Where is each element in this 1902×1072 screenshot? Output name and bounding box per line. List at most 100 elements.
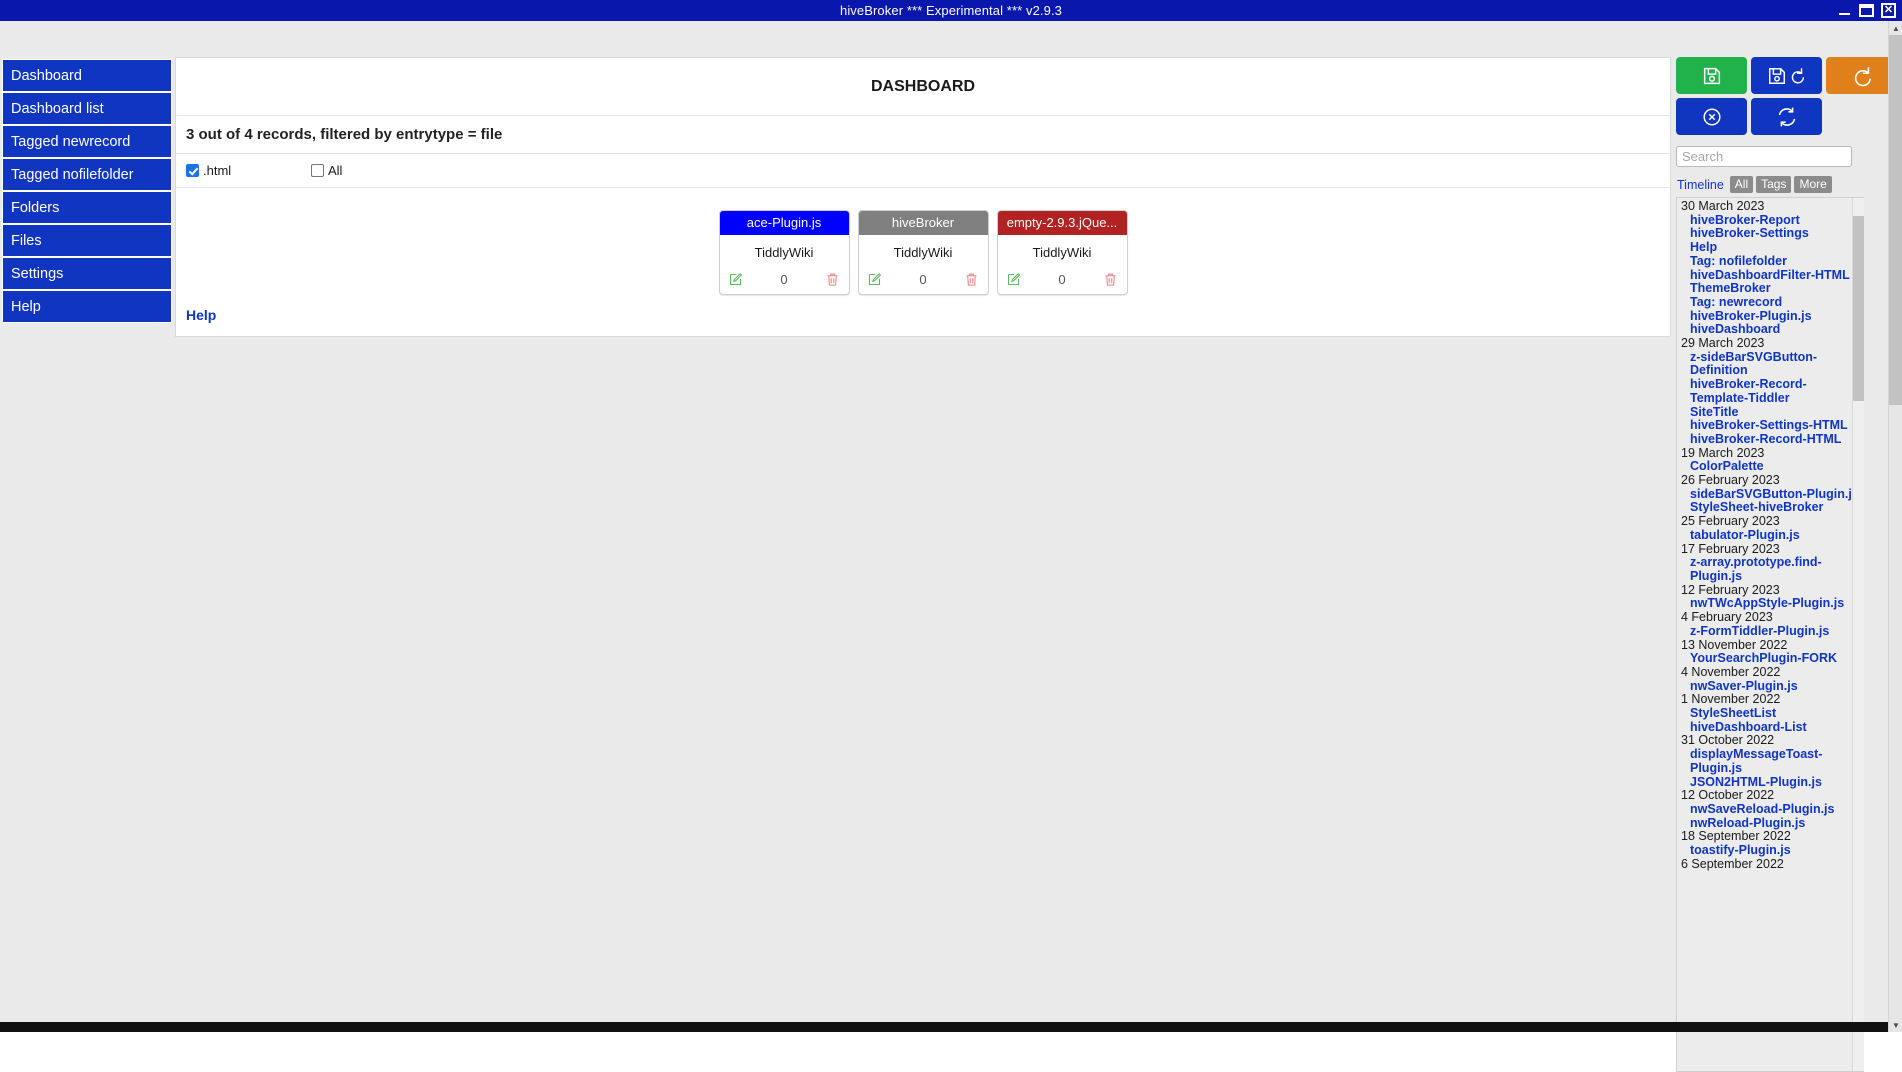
scroll-up-arrow[interactable]: ▲ bbox=[1889, 21, 1902, 35]
timeline-entry[interactable]: hiveDashboard-List bbox=[1679, 720, 1864, 735]
maximize-button[interactable] bbox=[1859, 4, 1874, 17]
timeline-date: 13 November 2022 bbox=[1681, 637, 1788, 652]
sidebar-item-tagged-newrecord[interactable]: Tagged newrecord bbox=[2, 125, 172, 158]
timeline-entry[interactable]: nwSaver-Plugin.js bbox=[1679, 679, 1864, 694]
timeline-entry[interactable]: hiveBroker-Record-Template-Tiddler bbox=[1679, 377, 1864, 405]
help-row: Help bbox=[176, 295, 1670, 337]
timeline-entry[interactable]: nwReload-Plugin.js bbox=[1679, 816, 1864, 831]
timeline-entry[interactable]: z-sideBarSVGButton-Definition bbox=[1679, 350, 1864, 378]
sidebar-item-files[interactable]: Files bbox=[2, 224, 172, 257]
timeline-date: 1 November 2022 bbox=[1681, 692, 1781, 707]
sidebar-item-help[interactable]: Help bbox=[2, 290, 172, 323]
help-link[interactable]: Help bbox=[186, 307, 216, 323]
timeline-entry[interactable]: StyleSheet-hiveBroker bbox=[1679, 501, 1864, 515]
record-card[interactable]: ace-Plugin.js TiddlyWiki 0 bbox=[718, 210, 850, 295]
card-count: 0 bbox=[919, 272, 927, 287]
refresh-button[interactable] bbox=[1751, 98, 1822, 135]
sidebar-item-tagged-nofilefolder[interactable]: Tagged nofilefolder bbox=[2, 158, 172, 191]
right-panel: Timeline All Tags More 30 March 2023hive… bbox=[1676, 57, 1898, 1072]
page-scrollbar-thumb[interactable] bbox=[1889, 35, 1902, 405]
timeline-entry[interactable]: Help bbox=[1679, 240, 1864, 255]
sidebar-item-dashboard-list[interactable]: Dashboard list bbox=[2, 92, 172, 125]
timeline-entry[interactable]: JSON2HTML-Plugin.js bbox=[1679, 775, 1864, 790]
timeline-date: 19 March 2023 bbox=[1681, 445, 1765, 460]
timeline-entry[interactable]: z-array.prototype.find-Plugin.js bbox=[1679, 555, 1864, 583]
filter-label-1: All bbox=[328, 163, 343, 178]
record-card[interactable]: empty-2.9.3.jQue... TiddlyWiki 0 bbox=[996, 210, 1128, 295]
filter-group-0: .html bbox=[186, 163, 311, 178]
card-subtitle: TiddlyWiki bbox=[893, 245, 953, 260]
floppy-disk-reload-icon bbox=[1768, 67, 1804, 84]
timeline-scrollbar-thumb[interactable] bbox=[1853, 216, 1864, 401]
timeline-entry[interactable]: hiveBroker-Settings bbox=[1679, 227, 1864, 241]
timeline-entry[interactable]: hiveBroker-Settings-HTML bbox=[1679, 419, 1864, 433]
save-button[interactable] bbox=[1676, 57, 1747, 94]
timeline-entry[interactable]: hiveDashboardFilter-HTML bbox=[1679, 268, 1864, 283]
filter-row: .html All bbox=[176, 154, 1670, 188]
timeline-entry[interactable]: SiteTitle bbox=[1679, 405, 1864, 420]
filter-label-0: .html bbox=[203, 163, 232, 178]
card-title: ace-Plugin.js bbox=[719, 211, 849, 235]
timeline-entry[interactable]: ColorPalette bbox=[1679, 460, 1864, 474]
filter-checkbox-All[interactable] bbox=[311, 164, 324, 177]
timeline-entry[interactable]: StyleSheetList bbox=[1679, 706, 1864, 721]
tab-timeline[interactable]: Timeline bbox=[1676, 177, 1727, 193]
sidebar-nav: Dashboard Dashboard list Tagged newrecord T… bbox=[2, 59, 172, 323]
filter-checkbox-html[interactable] bbox=[186, 164, 199, 177]
sidebar-item-settings[interactable]: Settings bbox=[2, 257, 172, 290]
timeline-entry[interactable]: hiveBroker-Record-HTML bbox=[1679, 432, 1864, 447]
minimize-button[interactable] bbox=[1838, 4, 1852, 18]
timeline-entry[interactable]: YourSearchPlugin-FORK bbox=[1679, 651, 1864, 666]
card-grid: ace-Plugin.js TiddlyWiki 0 hiveBroker Tiddly… bbox=[176, 188, 1670, 295]
delete-icon[interactable] bbox=[1103, 272, 1118, 287]
tab-more[interactable]: More bbox=[1794, 176, 1832, 193]
timeline-entry[interactable]: ThemeBroker bbox=[1679, 282, 1864, 296]
edit-icon[interactable] bbox=[867, 272, 882, 287]
sidebar-item-folders[interactable]: Folders bbox=[2, 191, 172, 224]
edit-icon[interactable] bbox=[728, 272, 743, 287]
sidebar-tabs: Timeline All Tags More bbox=[1676, 176, 1898, 193]
refresh-icon bbox=[1778, 107, 1795, 126]
record-count-summary: 3 out of 4 records, filtered by entrytyp… bbox=[176, 116, 1670, 154]
card-footer: 0 bbox=[720, 272, 849, 294]
scroll-down-arrow[interactable]: ▼ bbox=[1889, 1018, 1902, 1032]
timeline-entry[interactable]: toastify-Plugin.js bbox=[1679, 843, 1864, 858]
timeline-date: 18 September 2022 bbox=[1681, 829, 1791, 844]
timeline-entry[interactable]: nwSaveReload-Plugin.js bbox=[1679, 802, 1864, 817]
timeline-entry[interactable]: nwTWcAppStyle-Plugin.js bbox=[1679, 597, 1864, 611]
sidebar-item-dashboard[interactable]: Dashboard bbox=[2, 59, 172, 92]
timeline-entry[interactable]: hiveBroker-Plugin.js bbox=[1679, 309, 1864, 324]
delete-icon[interactable] bbox=[964, 272, 979, 287]
card-title: hiveBroker bbox=[858, 211, 988, 235]
timeline-entry[interactable]: displayMessageToast-Plugin.js bbox=[1679, 747, 1864, 775]
timeline-date: 29 March 2023 bbox=[1681, 336, 1765, 351]
card-title: empty-2.9.3.jQue... bbox=[997, 211, 1127, 235]
page-scrollbar[interactable]: ▲ ▼ bbox=[1888, 21, 1902, 1032]
tab-all[interactable]: All bbox=[1729, 176, 1754, 193]
edit-icon[interactable] bbox=[1006, 272, 1021, 287]
delete-icon[interactable] bbox=[825, 272, 840, 287]
tab-tags[interactable]: Tags bbox=[1756, 176, 1792, 193]
card-subtitle: TiddlyWiki bbox=[754, 245, 814, 260]
window-controls: ✕ bbox=[1838, 0, 1896, 21]
search-input[interactable] bbox=[1676, 146, 1852, 167]
close-button[interactable]: ✕ bbox=[1881, 3, 1896, 18]
cancel-button[interactable] bbox=[1676, 98, 1747, 135]
timeline-entry[interactable]: sideBarSVGButton-Plugin.js bbox=[1679, 487, 1864, 502]
reload-button[interactable] bbox=[1826, 57, 1897, 94]
timeline-date: 26 February 2023 bbox=[1681, 473, 1780, 488]
timeline-entry[interactable]: z-FormTiddler-Plugin.js bbox=[1679, 624, 1864, 639]
record-card[interactable]: hiveBroker TiddlyWiki 0 bbox=[857, 210, 989, 295]
timeline-entry[interactable]: hiveBroker-Report bbox=[1679, 213, 1864, 228]
timeline-scrollbar[interactable] bbox=[1852, 198, 1864, 1071]
timeline-entry[interactable]: hiveDashboard bbox=[1679, 323, 1864, 337]
timeline-entry[interactable]: Tag: nofilefolder bbox=[1679, 254, 1864, 269]
timeline-entry[interactable]: tabulator-Plugin.js bbox=[1679, 528, 1864, 543]
timeline-entry[interactable]: Tag: newrecord bbox=[1679, 295, 1864, 310]
save-reload-button[interactable] bbox=[1751, 57, 1822, 94]
timeline-date: 6 September 2022 bbox=[1681, 856, 1784, 871]
card-subtitle: TiddlyWiki bbox=[1032, 245, 1092, 260]
toolbar-row-1 bbox=[1676, 57, 1898, 94]
timeline-date: 12 February 2023 bbox=[1681, 582, 1780, 597]
timeline-date: 30 March 2023 bbox=[1681, 199, 1765, 213]
